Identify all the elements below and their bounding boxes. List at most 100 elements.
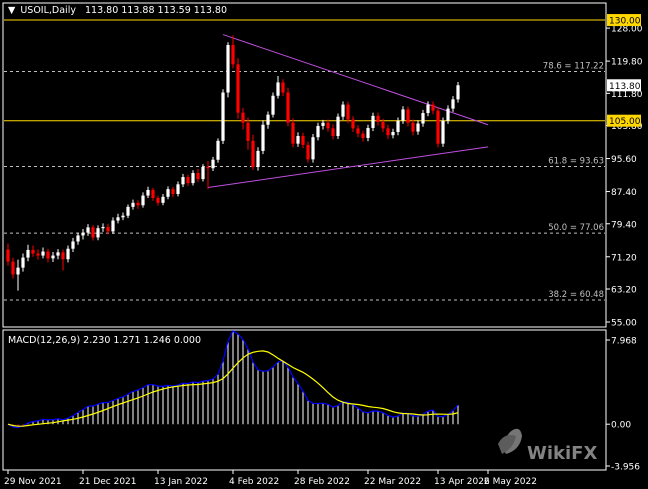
candle-body (341, 104, 345, 117)
candle-body (381, 121, 385, 129)
candle-body (121, 215, 125, 218)
candle-body (201, 167, 205, 180)
candle-body (256, 150, 260, 167)
candle-body (26, 249, 30, 258)
candle-body (436, 110, 440, 144)
candle-body (251, 140, 255, 167)
candle-body (406, 109, 410, 123)
candle-body (426, 104, 430, 114)
candle-body (366, 127, 370, 139)
time-tick-label: 13 Apr 2022 (434, 477, 490, 487)
time-tick-label: 4 Feb 2022 (229, 477, 279, 487)
symbol-label: USOIL,Daily (20, 5, 76, 16)
candle-body (116, 217, 120, 221)
fib-level-label: 78.6 = 117.22 (543, 62, 604, 72)
macd-tick-label: 0.00 (611, 421, 631, 431)
candle-body (161, 196, 165, 203)
candle-body (211, 159, 215, 169)
candle-body (31, 249, 35, 254)
candle-body (286, 92, 290, 123)
ohlc-readout: 113.80 113.88 113.59 113.80 (85, 5, 227, 16)
candle-body (36, 253, 40, 256)
candle-body (301, 136, 305, 145)
collapse-triangle-icon[interactable]: ▼ (8, 5, 16, 16)
candle-body (66, 248, 70, 260)
candle-body (11, 261, 15, 275)
time-tick-label: 21 Dec 2021 (79, 477, 137, 487)
level-price-tag-label: 130.00 (609, 17, 641, 27)
candle-body (356, 128, 360, 134)
candle-body (51, 255, 55, 259)
price-tick-label: 95.60 (611, 155, 637, 165)
candle-body (136, 202, 140, 206)
candle-body (206, 167, 210, 169)
price-tick-label: 63.20 (611, 285, 637, 295)
macd-tick-label: -3.956 (611, 463, 640, 473)
price-tick-label: 119.80 (611, 58, 643, 68)
candle-body (16, 267, 20, 275)
price-tick-label: 55.00 (611, 319, 637, 329)
candle-body (386, 128, 390, 136)
candle-body (141, 195, 145, 206)
candle-body (231, 45, 235, 65)
candle-body (371, 115, 375, 128)
last-price-tag-label: 113.80 (609, 82, 641, 92)
candle-body (111, 220, 115, 232)
candle-body (71, 241, 75, 249)
candle-body (416, 123, 420, 132)
candle-body (21, 257, 25, 268)
time-tick-label: 13 Jan 2022 (154, 477, 208, 487)
candle-body (421, 113, 425, 124)
fib-level-label: 38.2 = 60.48 (548, 290, 604, 300)
watermark-text: WikiFX (527, 443, 597, 464)
candle-body (296, 136, 300, 144)
candle-body (226, 45, 230, 93)
price-tick-label: 79.40 (611, 220, 637, 230)
candle-body (401, 109, 405, 121)
candle-body (276, 82, 280, 96)
candle-body (321, 122, 325, 126)
background (0, 0, 648, 489)
candle-body (446, 108, 450, 121)
candle-body (281, 82, 285, 93)
candle-body (81, 232, 85, 236)
candle-body (96, 228, 100, 238)
macd-label: MACD(12,26,9) 2.230 1.271 1.246 0.000 (8, 335, 201, 346)
candle-body (46, 251, 50, 259)
candle-body (441, 120, 445, 144)
candle-body (56, 252, 60, 256)
candle-body (411, 122, 415, 132)
candle-body (331, 128, 335, 136)
candle-body (181, 177, 185, 185)
candle-body (61, 252, 65, 260)
candle-body (101, 226, 105, 229)
candle-body (431, 104, 435, 111)
candle-body (76, 235, 80, 242)
candle-body (41, 251, 45, 256)
candle-body (171, 189, 175, 194)
candle-body (216, 140, 220, 160)
price-tick-label: 71.20 (611, 253, 637, 263)
candle-body (126, 206, 130, 216)
candle-body (241, 112, 245, 123)
candle-body (191, 173, 195, 184)
time-tick-label: 22 Mar 2022 (364, 477, 421, 487)
candle-body (391, 131, 395, 136)
candle-body (176, 184, 180, 194)
candle-body (306, 144, 310, 160)
candle-body (86, 227, 90, 233)
candle-body (346, 104, 350, 120)
candle-body (246, 122, 250, 141)
candle-body (451, 99, 455, 109)
time-tick-label: 6 May 2022 (484, 477, 537, 487)
candle-body (291, 122, 295, 144)
level-price-tag-label: 105.00 (609, 117, 641, 127)
candle-body (236, 64, 240, 113)
candle-body (326, 122, 330, 129)
candle-body (376, 115, 380, 122)
candle-body (91, 227, 95, 238)
candle-body (6, 249, 10, 262)
time-tick-label: 29 Nov 2021 (4, 477, 62, 487)
candle-body (166, 189, 170, 197)
candle-body (221, 92, 225, 141)
